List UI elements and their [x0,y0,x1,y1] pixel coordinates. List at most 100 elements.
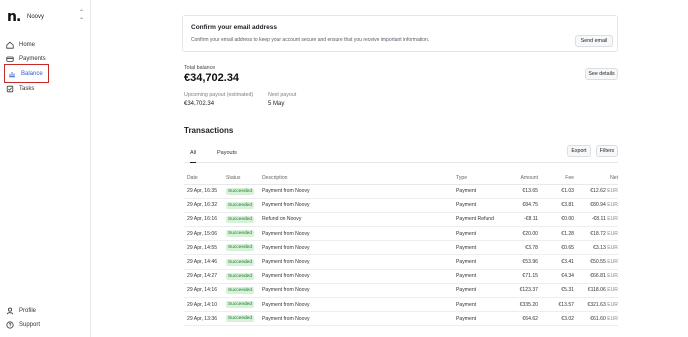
cell-net: €18.72 EUR [574,226,618,242]
table-row[interactable]: 29 Apr, 16:32 Succeeded Payment from Noovy… [184,198,618,213]
cell-status: Succeeded [226,269,262,284]
currency-code: EUR [607,230,618,237]
cell-type: Payment Refund [456,212,508,228]
cell-status: Succeeded [226,184,262,199]
cell-amount: €84.75 [508,198,538,213]
sidebar-item-home[interactable]: Home [6,38,86,51]
cell-status: Succeeded [226,226,262,242]
cell-net: €321.63 EUR [574,297,618,313]
wallet-icon [6,56,14,62]
table-row[interactable]: 29 Apr, 15:06 Succeeded Payment from Noovy… [184,226,618,242]
workspace-switcher[interactable]: n. Noovy ⌃ ⌄ [7,9,87,25]
cell-net: €80.94 EUR [574,198,618,213]
cell-amount: €71.15 [508,269,538,284]
currency-code: EUR [607,244,618,251]
cell-status: Succeeded [226,311,262,327]
cell-description: Payment from Noovy [262,297,456,313]
sidebar-item-balance[interactable]: Balance [4,64,49,83]
banner-title: Confirm your email address [191,24,277,31]
cell-fee: €3.81 [538,198,574,213]
cell-type: Payment [456,254,508,270]
upcoming-payout-value: €34,702.34 [184,101,215,107]
export-button[interactable]: Export [567,145,591,157]
upcoming-payout-label: Upcoming payout (estimated) [184,92,254,98]
status-badge: Succeeded [226,286,255,294]
total-balance-value: €34,702.34 [184,72,240,84]
cell-amount: €123.37 [508,283,538,299]
sidebar-item-support[interactable]: Support [6,318,86,331]
column-header-date: Date [184,173,226,185]
filters-button[interactable]: Filters [596,145,618,157]
cell-description: Payment from Noovy [262,226,456,242]
cell-description: Payment from Noovy [262,254,456,270]
see-details-button[interactable]: See details [585,68,618,80]
sidebar-item-label: Balance [21,70,43,77]
cell-description: Payment from Noovy [262,283,456,299]
cell-type: Payment [456,184,508,199]
cell-fee: €1.03 [538,184,574,199]
table-row[interactable]: 29 Apr, 13:36 Succeeded Payment from Noovy… [184,311,618,327]
cell-description: Payment from Noovy [262,240,456,256]
sidebar-item-profile[interactable]: Profile [6,304,86,317]
net-value: €80.94 [590,202,606,209]
table-row[interactable]: 29 Apr, 16:16 Succeeded Refund on Noovy Pay… [184,212,618,228]
currency-code: EUR [607,188,618,195]
cell-fee: €13.57 [538,297,574,313]
sidebar-item-tasks[interactable]: Tasks [6,82,86,95]
cell-amount: €335.20 [508,297,538,313]
status-badge: Succeeded [226,315,255,323]
cell-fee: €4.34 [538,269,574,284]
sidebar-item-label: Profile [19,307,37,314]
tab-all[interactable]: All [190,150,197,163]
cell-date: 29 Apr, 14:55 [184,240,226,256]
net-value: €66.81 [590,273,606,280]
column-header-amount: Amount [508,173,538,185]
cell-date: 29 Apr, 14:16 [184,283,226,299]
cell-description: Payment from Noovy [262,311,456,327]
user-icon [6,307,14,314]
table-row[interactable]: 29 Apr, 14:16 Succeeded Payment from Noovy… [184,283,618,299]
cell-amount: €64.62 [508,311,538,327]
cell-date: 29 Apr, 16:16 [184,212,226,228]
next-payout-label: Next payout [268,92,297,98]
currency-code: EUR [607,287,618,294]
table-row[interactable]: 29 Apr, 14:46 Succeeded Payment from Noovy… [184,254,618,270]
transactions-title: Transactions [184,126,234,135]
column-header-fee: Fee [538,173,574,185]
column-header-status: Status [226,173,262,185]
send-email-button[interactable]: Send email [575,35,613,47]
cell-net: €12.62 EUR [574,184,618,199]
net-value: €61.60 [590,315,606,322]
next-payout-value: 5 May [268,101,285,107]
transactions-tabs: All Payouts [184,147,618,163]
net-value: €18.72 [590,230,606,237]
cell-fee: €3.02 [538,311,574,327]
cell-fee: €0.00 [538,212,574,228]
cell-fee: €1.28 [538,226,574,242]
cell-date: 29 Apr, 16:32 [184,198,226,213]
currency-code: EUR [607,202,618,209]
table-row[interactable]: 29 Apr, 14:27 Succeeded Payment from Noovy… [184,269,618,284]
cell-status: Succeeded [226,212,262,228]
cell-date: 29 Apr, 15:06 [184,226,226,242]
cell-status: Succeeded [226,198,262,213]
column-header-net: Net [574,173,618,185]
cell-net: €50.55 EUR [574,254,618,270]
status-badge: Succeeded [226,215,255,223]
total-balance-label: Total balance [184,65,216,71]
cell-date: 29 Apr, 14:27 [184,269,226,284]
cell-amount: €13.65 [508,184,538,199]
table-row[interactable]: 29 Apr, 14:55 Succeeded Payment from Noovy… [184,240,618,256]
cell-type: Payment [456,226,508,242]
cell-status: Succeeded [226,254,262,270]
status-badge: Succeeded [226,187,255,195]
cell-description: Refund on Noovy [262,212,456,228]
sidebar-item-label: Home [19,41,36,48]
currency-code: EUR [607,216,618,223]
cell-amount: -€8.11 [508,212,538,228]
sidebar-item-label: Support [19,321,41,328]
table-row[interactable]: 29 Apr, 16:35 Succeeded Payment from Noovy… [184,184,618,199]
tab-payouts[interactable]: Payouts [217,150,237,156]
table-row[interactable]: 29 Apr, 14:10 Succeeded Payment from Noovy… [184,297,618,313]
cell-date: 29 Apr, 14:10 [184,297,226,313]
